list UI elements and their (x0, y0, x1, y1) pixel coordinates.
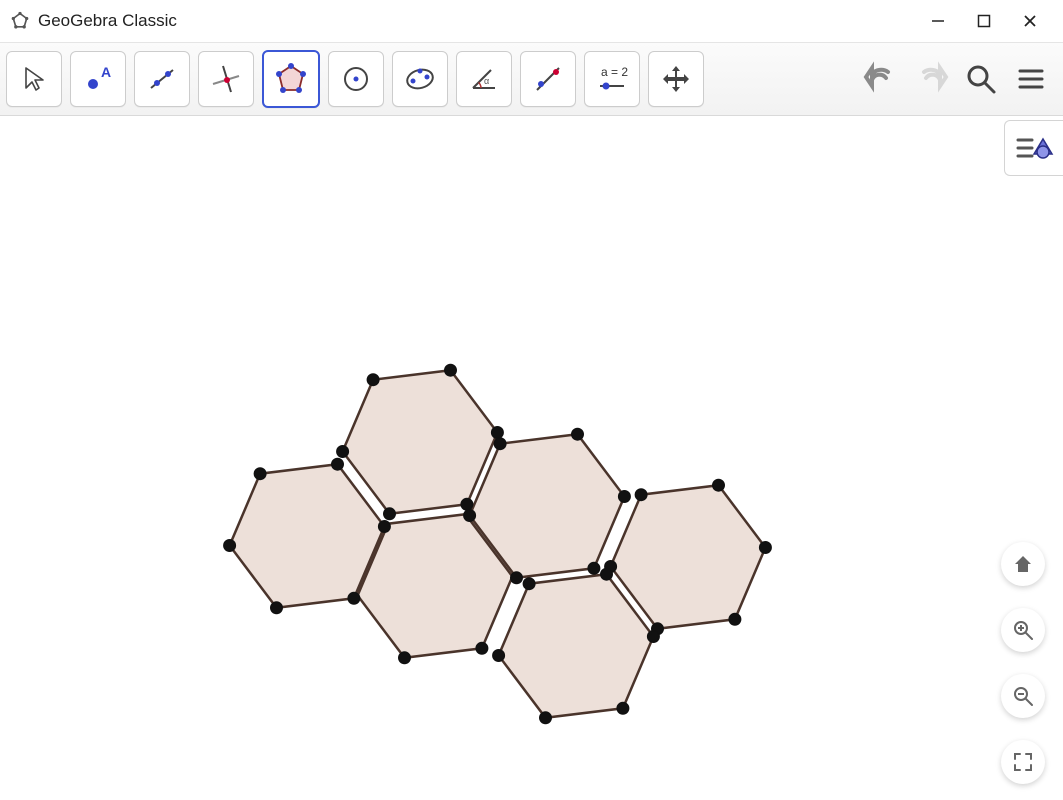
toolbar-right (861, 59, 1057, 99)
move-view-tool[interactable] (648, 51, 704, 107)
vertex-point[interactable] (461, 498, 473, 510)
maximize-button[interactable] (961, 0, 1007, 42)
zoom-out-button[interactable] (1001, 674, 1045, 718)
vertex-point[interactable] (464, 510, 476, 522)
hamburger-icon (1015, 63, 1047, 95)
vertex-point[interactable] (618, 491, 630, 503)
vertex-point[interactable] (491, 427, 503, 439)
ellipse-icon (403, 62, 437, 96)
minimize-button[interactable] (915, 0, 961, 42)
construction-tools: A (6, 50, 704, 108)
perpendicular-icon (209, 62, 243, 96)
vertex-point[interactable] (224, 540, 236, 552)
main-toolbar: A (0, 42, 1063, 116)
maximize-icon (977, 14, 991, 28)
polygon-tool[interactable] (262, 50, 320, 108)
vertex-point[interactable] (493, 650, 505, 662)
vertex-point[interactable] (476, 642, 488, 654)
home-icon (1012, 553, 1034, 575)
window-title: GeoGebra Classic (38, 11, 177, 31)
style-bar-icon (1014, 131, 1054, 165)
minimize-icon (931, 14, 945, 28)
pan-icon (659, 62, 693, 96)
line-icon (145, 62, 179, 96)
redo-icon (912, 60, 950, 98)
circle-tool[interactable] (328, 51, 384, 107)
vertex-point[interactable] (254, 468, 266, 480)
circle-icon (339, 62, 373, 96)
polygon-icon (271, 59, 311, 99)
vertex-point[interactable] (494, 438, 506, 450)
move-tool[interactable] (6, 51, 62, 107)
slider-icon: a = 2 (592, 59, 632, 99)
hexagon[interactable] (611, 485, 766, 629)
conic-tool[interactable] (392, 51, 448, 107)
vertex-point[interactable] (378, 521, 390, 533)
style-bar-toggle[interactable] (1004, 120, 1063, 176)
transform-tool[interactable] (520, 51, 576, 107)
zoom-out-icon (1012, 685, 1034, 707)
vertex-point[interactable] (384, 508, 396, 520)
vertex-point[interactable] (523, 578, 535, 590)
slider-tool[interactable]: a = 2 (584, 51, 640, 107)
vertex-point[interactable] (399, 652, 411, 664)
zoom-in-button[interactable] (1001, 608, 1045, 652)
perpendicular-tool[interactable] (198, 51, 254, 107)
zoom-in-icon (1012, 619, 1034, 641)
undo-icon (862, 60, 900, 98)
search-icon (964, 62, 998, 96)
fullscreen-icon (1013, 752, 1033, 772)
vertex-point[interactable] (367, 374, 379, 386)
svg-text:α: α (484, 76, 489, 86)
vertex-point[interactable] (588, 562, 600, 574)
svg-text:A: A (101, 64, 111, 80)
line-tool[interactable] (134, 51, 190, 107)
vertex-point[interactable] (348, 592, 360, 604)
undo-button[interactable] (861, 59, 901, 99)
home-view-button[interactable] (1001, 542, 1045, 586)
vertex-point[interactable] (635, 489, 647, 501)
fullscreen-button[interactable] (1001, 740, 1045, 784)
vertex-point[interactable] (511, 572, 523, 584)
close-button[interactable] (1007, 0, 1053, 42)
vertex-point[interactable] (445, 364, 457, 376)
vertex-point[interactable] (601, 568, 613, 580)
reflect-icon (531, 62, 565, 96)
search-button[interactable] (961, 59, 1001, 99)
hexagon[interactable] (343, 370, 498, 514)
vertex-point[interactable] (729, 613, 741, 625)
hexagon[interactable] (499, 574, 654, 718)
cursor-icon (17, 62, 51, 96)
vertex-point[interactable] (337, 446, 349, 458)
vertex-point[interactable] (271, 602, 283, 614)
vertex-point[interactable] (572, 428, 584, 440)
title-bar: GeoGebra Classic (0, 0, 1063, 42)
vertex-point[interactable] (540, 712, 552, 724)
angle-icon: α (467, 62, 501, 96)
app-icon (10, 11, 30, 31)
redo-button[interactable] (911, 59, 951, 99)
menu-button[interactable] (1011, 59, 1051, 99)
vertex-point[interactable] (332, 458, 344, 470)
close-icon (1023, 14, 1037, 28)
vertex-point[interactable] (647, 631, 659, 643)
point-icon: A (81, 62, 115, 96)
vertex-point[interactable] (759, 542, 771, 554)
slider-label: a = 2 (601, 65, 628, 79)
vertex-point[interactable] (617, 702, 629, 714)
construction-svg (0, 116, 1063, 800)
vertex-point[interactable] (713, 479, 725, 491)
angle-tool[interactable]: α (456, 51, 512, 107)
graphics-view[interactable] (0, 116, 1063, 800)
point-tool[interactable]: A (70, 51, 126, 107)
view-controls (1001, 542, 1045, 784)
